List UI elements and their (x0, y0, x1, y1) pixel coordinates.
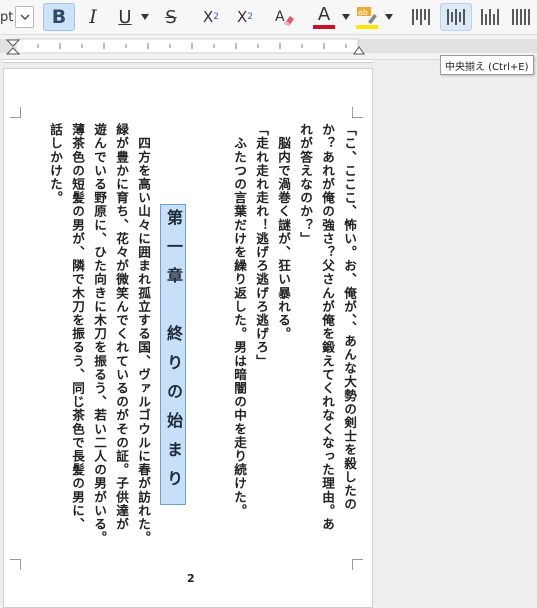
page-corner-mark (10, 559, 21, 570)
document-workspace: 「こ、こここ、怖い。お、俺が、、あんな大勢の剣士を殺したの か？あれが俺の強さ？… (0, 60, 537, 608)
highlighter-icon: ab (357, 6, 377, 24)
chapter-title[interactable]: 第一章 終りの始まり (160, 204, 186, 505)
vertical-align-top-icon (412, 9, 430, 25)
caret-down-icon (341, 14, 350, 20)
subscript-base: X (236, 8, 248, 26)
align-justify-button[interactable] (507, 3, 535, 31)
document-page[interactable]: 「こ、こここ、怖い。お、俺が、、あんな大勢の剣士を殺したの か？あれが俺の強さ？… (3, 68, 373, 608)
superscript-base: X (202, 8, 214, 26)
text-column[interactable]: れが答えなのか？」 (294, 123, 316, 245)
svg-text:ab: ab (358, 8, 368, 17)
bold-button[interactable]: B (43, 3, 75, 31)
font-color-dropdown-button[interactable] (341, 3, 350, 31)
caret-down-icon (384, 14, 393, 20)
right-indent-marker-icon[interactable] (353, 46, 365, 55)
page-corner-mark (10, 107, 21, 118)
font-size-dropdown-button[interactable] (15, 6, 34, 28)
font-color-glyph: A (317, 3, 331, 25)
text-column[interactable]: 緑が豊かに育ち、花々が微笑んでくれているのがその証。子供達が (110, 123, 132, 531)
highlight-button[interactable]: ab (352, 3, 382, 31)
text-column[interactable]: 話しかけた。 (44, 123, 66, 205)
text-column[interactable]: 「こ、こここ、怖い。お、俺が、、あんな大勢の剣士を殺したの (338, 123, 360, 511)
underline-dropdown-button[interactable] (140, 3, 149, 31)
indent-marker-icon[interactable] (6, 39, 20, 55)
svg-text:A: A (275, 9, 285, 25)
center-align-tooltip: 中央揃え (Ctrl+E) (440, 55, 534, 75)
highlight-color-swatch (356, 24, 378, 29)
font-color-button[interactable]: A (309, 3, 339, 31)
caret-down-icon (140, 14, 149, 20)
subscript-mark: 2 (247, 12, 253, 22)
vertical-align-center-icon (447, 9, 465, 25)
align-center-button[interactable] (440, 3, 472, 31)
text-column[interactable]: 遊んでいる野原に、ひた向きに木刀を振るう、若い二人の男がいる。 (88, 123, 110, 545)
highlight-dropdown-button[interactable] (384, 3, 393, 31)
underline-button[interactable]: U (113, 3, 137, 31)
page-corner-mark (352, 559, 363, 570)
vertical-align-bottom-icon (481, 9, 499, 25)
eraser-icon: A (275, 9, 294, 26)
superscript-mark: 2 (213, 12, 219, 22)
italic-button[interactable]: I (80, 3, 106, 31)
strikethrough-button[interactable]: S (159, 3, 183, 31)
font-color-swatch (313, 24, 335, 29)
formatting-toolbar: pt B I U S X2 X2 A A ab (0, 0, 537, 35)
align-top-button[interactable] (407, 3, 435, 31)
font-size-field[interactable]: pt (0, 3, 14, 31)
chevron-down-icon (20, 14, 29, 20)
text-column[interactable]: か？あれが俺の強さ？父さんが俺を鍛えてくれなくなった理由。あ (316, 123, 338, 531)
page-corner-mark (352, 107, 363, 118)
align-bottom-button[interactable] (476, 3, 504, 31)
vertical-align-justify-icon (512, 9, 530, 25)
text-column[interactable]: 「走れ走れ走れ！逃げろ逃げろ逃げろ」 (250, 123, 272, 368)
superscript-button[interactable]: X2 (198, 3, 224, 31)
page-number: 2 (187, 572, 195, 585)
text-column[interactable]: 四方を高い山々に囲まれ孤立する国、ヴァルゴウルに春が訪れた。 (132, 123, 154, 545)
text-column[interactable]: 脳内で渦巻く謎が、狂い暴れる。 (272, 123, 294, 341)
previous-page-edge (3, 60, 373, 63)
text-column[interactable]: ふたつの言葉だけを繰り返した。男は暗闇の中を走り続けた。 (228, 123, 250, 518)
clear-formatting-button[interactable]: A (270, 3, 298, 31)
text-column[interactable]: 薄茶色の短髪の男が、隣で木刀を振るう、同じ茶色で長髪の男に、 (66, 123, 88, 531)
subscript-button[interactable]: X2 (232, 3, 258, 31)
